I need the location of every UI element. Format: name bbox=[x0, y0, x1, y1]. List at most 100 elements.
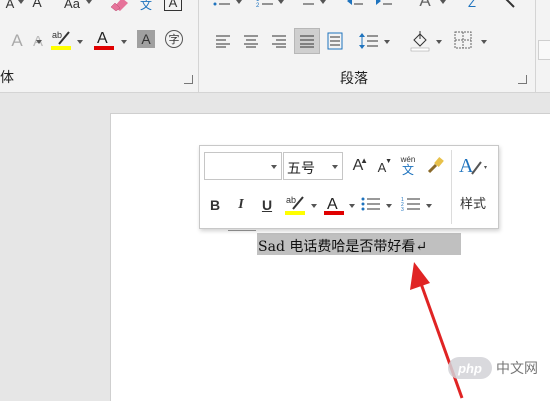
multilevel-list-icon bbox=[303, 3, 314, 5]
svg-text:2: 2 bbox=[256, 3, 260, 9]
decrease-indent-icon bbox=[347, 0, 363, 5]
justify-button[interactable] bbox=[294, 28, 320, 54]
italic-button[interactable]: I bbox=[232, 194, 250, 216]
chevron-down-icon bbox=[77, 40, 83, 44]
bullets-button[interactable] bbox=[212, 0, 232, 10]
font-color-icon: A bbox=[324, 196, 344, 215]
highlighter-icon: ab bbox=[285, 195, 305, 215]
font-color-button[interactable]: A bbox=[322, 191, 346, 219]
underline-button[interactable]: U bbox=[258, 194, 276, 216]
underline-glyph: U bbox=[261, 197, 273, 213]
distributed-icon bbox=[327, 32, 343, 50]
chevron-down-icon bbox=[481, 40, 487, 44]
shrink-font-button[interactable]: A ▼ bbox=[372, 157, 392, 177]
svg-text:3: 3 bbox=[401, 207, 404, 212]
styles-button-icon[interactable]: A bbox=[456, 152, 490, 178]
chevron-down-icon bbox=[426, 204, 432, 208]
phonetic-glyph: 文 bbox=[139, 0, 152, 12]
chevron-down-icon bbox=[349, 204, 355, 208]
align-center-button[interactable] bbox=[241, 32, 261, 50]
styles-label: 样式 bbox=[459, 196, 486, 212]
clear-formatting-button[interactable] bbox=[108, 0, 132, 12]
numbering-button[interactable]: 12 bbox=[255, 0, 275, 10]
bullet-list-icon bbox=[361, 197, 380, 211]
show-marks-button[interactable] bbox=[500, 0, 518, 10]
chevron-down-icon bbox=[386, 204, 392, 208]
enclose-characters-glyph: 字 bbox=[168, 34, 180, 46]
align-center-icon bbox=[244, 35, 258, 48]
chevron-down-icon bbox=[278, 0, 284, 4]
numbered-list-icon: 123 bbox=[401, 197, 420, 212]
styles-button[interactable]: 样式 bbox=[454, 192, 492, 212]
ribbon-group-separator bbox=[535, 0, 536, 92]
change-case-button[interactable]: Aa bbox=[60, 0, 84, 12]
shading-button[interactable] bbox=[408, 29, 432, 53]
highlight-color-button[interactable]: ab bbox=[284, 192, 308, 218]
mini-toolbar-divider bbox=[451, 150, 452, 224]
caret-up-icon: ▲ bbox=[360, 156, 368, 165]
align-right-button[interactable] bbox=[269, 32, 289, 50]
character-border-button[interactable]: A bbox=[164, 0, 182, 11]
selected-text-highlight[interactable]: Sad 电话费哈是否带好看↵ bbox=[257, 233, 461, 255]
chevron-down-icon bbox=[311, 204, 317, 208]
increase-indent-button[interactable] bbox=[374, 0, 394, 10]
chevron-down-icon bbox=[332, 165, 338, 169]
text-effects-glyph: A bbox=[11, 31, 23, 50]
font-name-combo[interactable] bbox=[204, 152, 282, 180]
asian-layout-button[interactable]: A bbox=[414, 0, 436, 10]
character-shading-button[interactable]: A bbox=[137, 30, 155, 48]
font-dialog-launcher-icon[interactable] bbox=[184, 75, 193, 84]
annotation-arrow-shaft bbox=[417, 277, 464, 399]
align-left-button[interactable] bbox=[213, 32, 233, 50]
numbering-button[interactable]: 123 bbox=[400, 194, 422, 214]
phonetic-guide-button[interactable]: 文 bbox=[138, 0, 154, 12]
multilevel-list-button[interactable] bbox=[296, 0, 316, 10]
chevron-down-icon bbox=[271, 165, 277, 169]
bold-glyph: B bbox=[209, 197, 221, 213]
chevron-down-icon bbox=[18, 0, 24, 4]
bold-button[interactable]: B bbox=[206, 194, 224, 216]
italic-glyph: I bbox=[238, 197, 244, 212]
mini-toolbar: 五号 A ▲ A ▼ wén 文 A 样式 B I U ab A 1 2 3 bbox=[199, 145, 499, 229]
distributed-button[interactable] bbox=[324, 30, 346, 52]
align-left-icon bbox=[216, 35, 230, 48]
borders-button[interactable] bbox=[453, 30, 473, 50]
paint-bucket-icon bbox=[410, 31, 430, 52]
highlight-color-button[interactable]: ab bbox=[50, 28, 74, 52]
line-spacing-button[interactable] bbox=[358, 30, 380, 52]
chevron-down-icon bbox=[384, 40, 390, 44]
bullets-button[interactable] bbox=[360, 194, 382, 214]
styles-icon: A bbox=[459, 155, 487, 177]
shrink-font-glyph: A bbox=[5, 0, 15, 11]
font-color-button[interactable]: A bbox=[92, 27, 116, 53]
sort-button[interactable]: Z bbox=[462, 0, 482, 12]
document-text[interactable]: Sad 电话费哈是否带好看↵ bbox=[258, 236, 427, 256]
grow-font-button[interactable]: A bbox=[28, 0, 46, 11]
phonetic-character: 文 bbox=[401, 163, 414, 177]
watermark: php 中文网 bbox=[448, 356, 544, 380]
decrease-indent-button[interactable] bbox=[345, 0, 365, 10]
shrink-font-button[interactable]: A bbox=[2, 0, 18, 12]
line-spacing-icon bbox=[359, 33, 378, 49]
chevron-down-icon bbox=[86, 0, 92, 4]
font-size-combo[interactable]: 五号 bbox=[283, 152, 343, 180]
font-size-value: 五号 bbox=[287, 161, 315, 177]
asian-layout-glyph: A bbox=[419, 0, 431, 10]
sort-icon: Z bbox=[468, 0, 476, 10]
svg-text:A: A bbox=[97, 30, 108, 47]
format-painter-button[interactable] bbox=[424, 155, 446, 177]
chevron-down-icon bbox=[121, 40, 127, 44]
increase-indent-icon bbox=[376, 0, 392, 5]
phonetic-guide-button[interactable]: wén 文 bbox=[398, 153, 418, 179]
svg-text:ab: ab bbox=[286, 195, 296, 205]
grow-font-button[interactable]: A ▲ bbox=[348, 155, 368, 177]
chevron-down-icon bbox=[436, 40, 442, 44]
change-case-glyph: Aa bbox=[64, 0, 80, 11]
enclose-characters-button[interactable]: 字 bbox=[165, 30, 183, 48]
text-effects-button[interactable]: A bbox=[8, 31, 26, 51]
ribbon: A A Aa 文 A A A ab A A 字 体 1 2 A Z 段落 bbox=[0, 0, 550, 93]
paragraph-dialog-launcher-icon[interactable] bbox=[518, 75, 527, 84]
svg-text:A: A bbox=[327, 196, 338, 213]
numbered-list-icon: 12 bbox=[256, 0, 273, 9]
ribbon-group-separator bbox=[198, 0, 199, 92]
